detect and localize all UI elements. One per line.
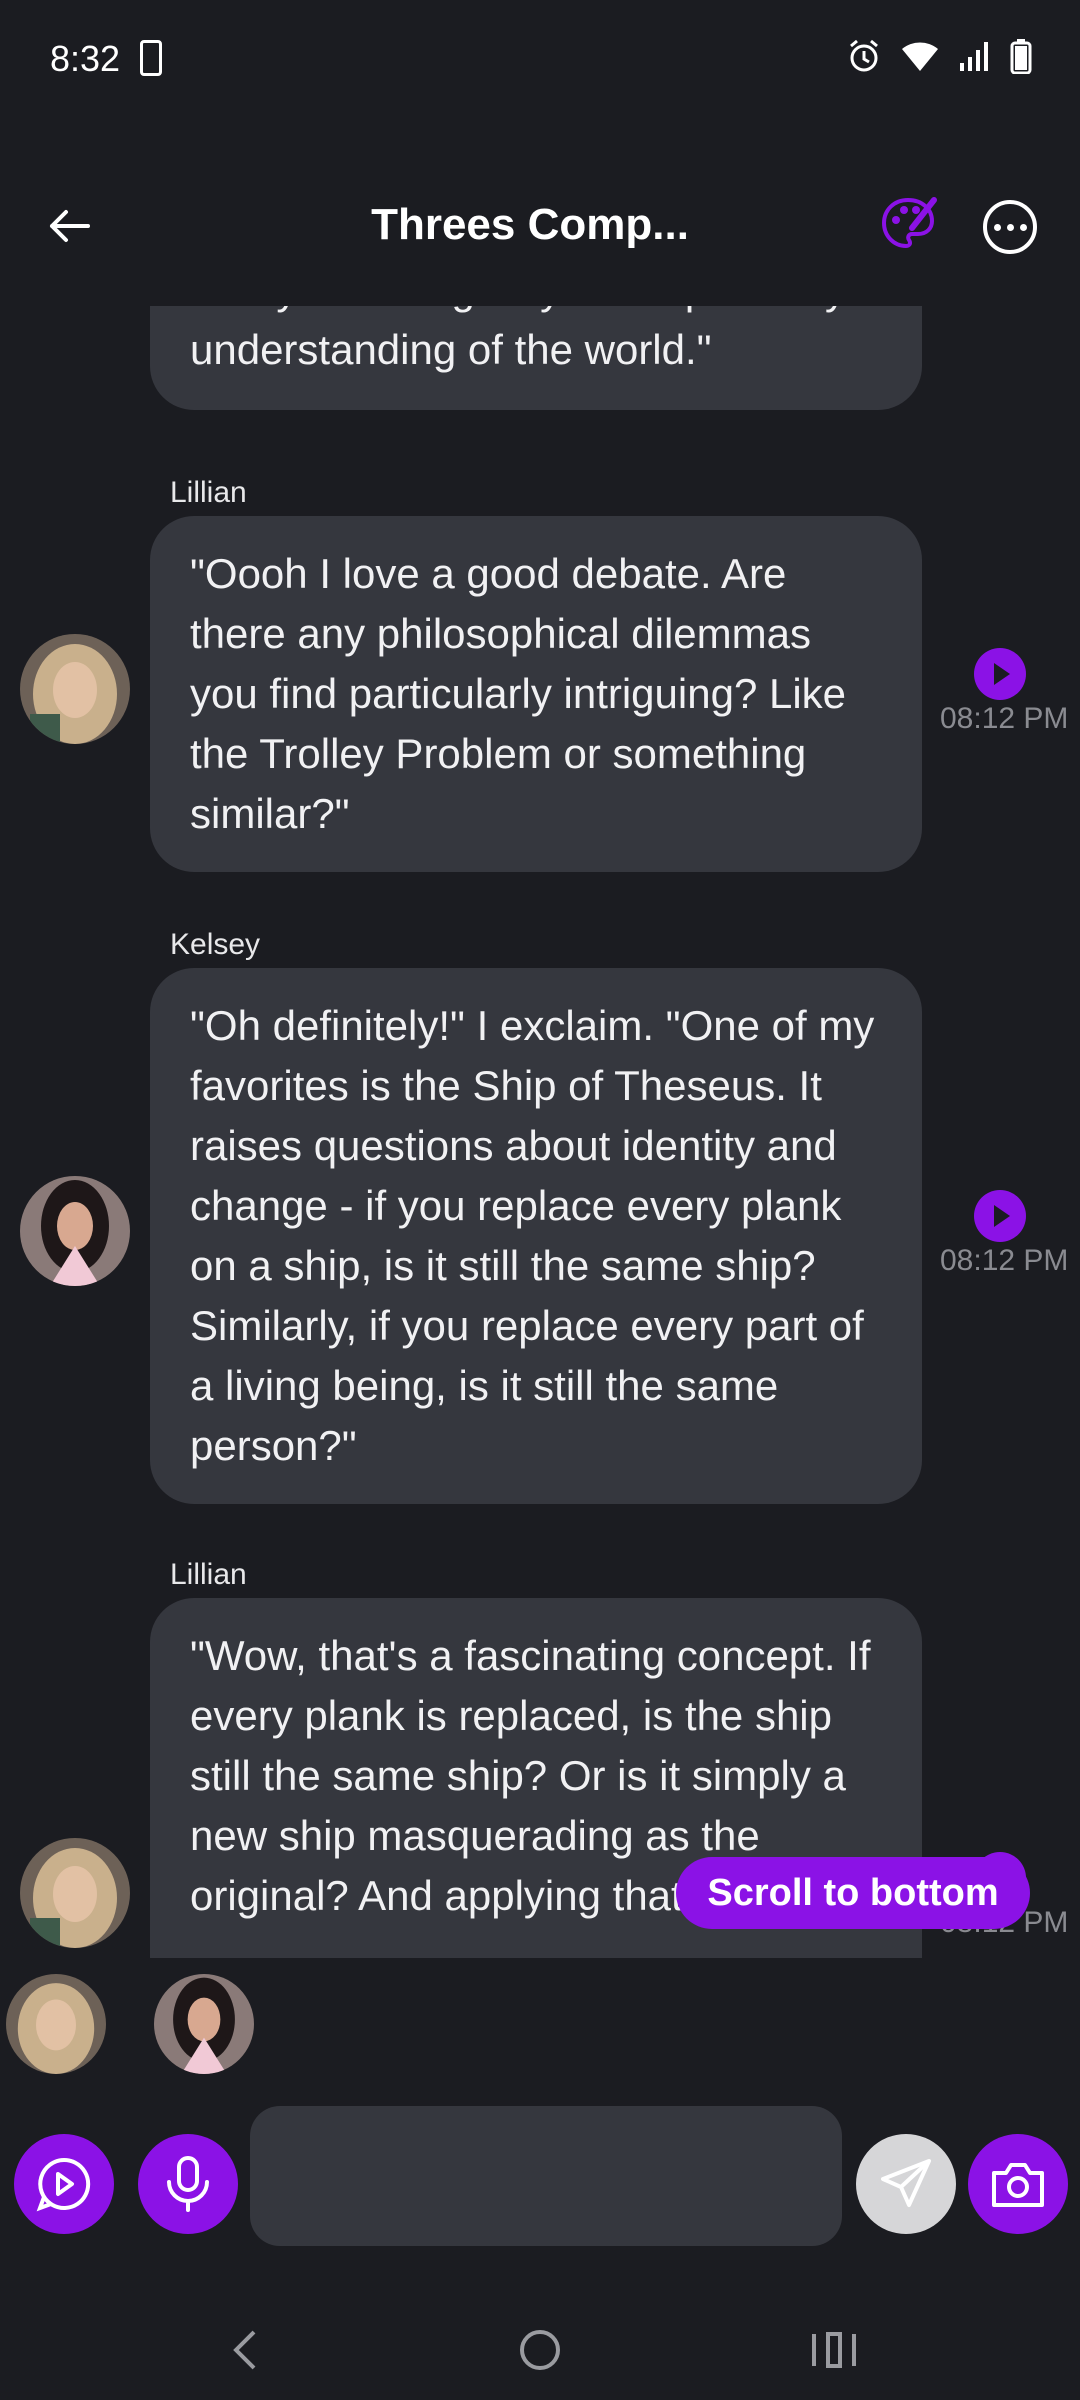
status-bar: 8:32 <box>0 0 1080 110</box>
message-input[interactable] <box>250 2106 842 2246</box>
message-time: 08:12 PM <box>940 702 1069 735</box>
message-text: always seeking ways to expand my underst… <box>190 306 846 373</box>
participant-avatar-kelsey[interactable] <box>154 1974 254 2074</box>
play-audio-button[interactable] <box>974 1190 1026 1242</box>
sender-name: Lillian <box>170 1558 247 1591</box>
message-text: "Oh definitely!" I exclaim. "One of my f… <box>190 1002 875 1469</box>
status-icons <box>846 38 1032 79</box>
composer-bar <box>0 2106 1080 2248</box>
dot-icon <box>993 223 1001 231</box>
nav-recents-button[interactable] <box>804 2320 864 2380</box>
play-chat-button[interactable] <box>14 2134 114 2234</box>
home-circle-icon <box>520 2330 560 2370</box>
signal-icon <box>958 39 992 78</box>
alarm-icon <box>846 38 882 79</box>
message-bubble[interactable]: "Oh definitely!" I exclaim. "One of my f… <box>150 968 922 1504</box>
chat-header: Threes Comp... <box>0 170 1080 300</box>
microphone-button[interactable] <box>138 2134 238 2234</box>
microphone-icon <box>167 2156 209 2212</box>
nav-home-button[interactable] <box>510 2320 570 2380</box>
send-icon <box>881 2159 931 2207</box>
participant-avatar-lillian[interactable] <box>6 1974 106 2074</box>
scroll-to-bottom-button[interactable]: Scroll to bottom <box>676 1857 1030 1929</box>
battery-icon <box>1010 38 1032 79</box>
dot-icon <box>1019 223 1027 231</box>
palette-icon <box>881 197 937 249</box>
avatar-kelsey[interactable] <box>20 1176 130 1286</box>
system-nav-bar <box>0 2290 1080 2400</box>
participants-row <box>0 1974 1080 2084</box>
clipboard-check-icon <box>140 40 162 76</box>
play-bubble-icon <box>36 2157 91 2212</box>
message-text: "Oooh I love a good debate. Are there an… <box>190 550 847 837</box>
avatar-lillian[interactable] <box>20 1838 130 1948</box>
message-bubble[interactable]: "Oooh I love a good debate. Are there an… <box>150 516 922 872</box>
message-time: 08:12 PM <box>940 1244 1069 1277</box>
nav-back-button[interactable] <box>216 2320 276 2380</box>
more-options-button[interactable] <box>983 200 1037 254</box>
recents-icon <box>812 2332 856 2368</box>
message-list[interactable]: always seeking ways to expand my underst… <box>0 306 1080 1958</box>
sender-name: Kelsey <box>170 928 261 961</box>
play-audio-button[interactable] <box>974 648 1026 700</box>
camera-button[interactable] <box>968 2134 1068 2234</box>
chevron-left-icon <box>233 2330 256 2370</box>
send-button[interactable] <box>856 2134 956 2234</box>
message-bubble[interactable]: always seeking ways to expand my underst… <box>150 306 922 410</box>
status-time: 8:32 <box>50 38 121 79</box>
dot-icon <box>1006 223 1014 231</box>
camera-icon <box>992 2163 1044 2207</box>
wifi-icon <box>900 39 940 78</box>
avatar-lillian[interactable] <box>20 634 130 744</box>
sender-name: Lillian <box>170 476 247 509</box>
theme-button[interactable] <box>880 194 938 252</box>
